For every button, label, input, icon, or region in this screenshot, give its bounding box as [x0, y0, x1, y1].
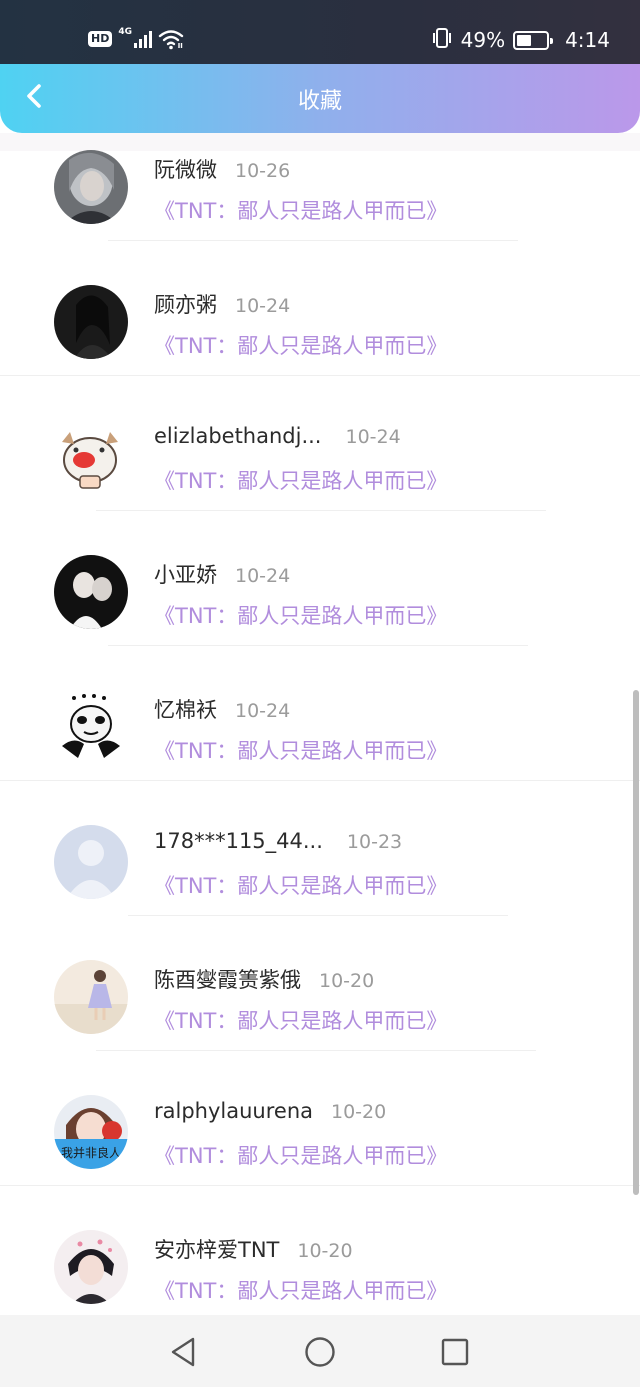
avatar[interactable] [54, 420, 128, 494]
clock: 4:14 [565, 28, 610, 52]
favorites-list[interactable]: 阮微微 10-26 《TNT：鄙人只是路人甲而已》 顾亦粥 10-24 《TNT… [0, 100, 640, 1315]
username: ralphylauurena [154, 1099, 313, 1123]
favorite-item[interactable]: 178***115_44... 10-23 《TNT：鄙人只是路人甲而已》 [0, 775, 640, 916]
triangle-back-icon [171, 1337, 195, 1367]
favorite-item[interactable]: 我并非良人 ralphylauurena 10-20 《TNT：鄙人只是路人甲而… [0, 1045, 640, 1186]
post-title-link[interactable]: 《TNT：鄙人只是路人甲而已》 [154, 600, 447, 630]
date: 10-20 [297, 1240, 353, 1262]
status-left: HD 4G [88, 26, 184, 52]
date: 10-26 [235, 160, 291, 182]
username: 安亦梓爱TNT [154, 1238, 280, 1262]
nav-recents-button[interactable] [436, 1333, 474, 1371]
scrollbar[interactable] [633, 690, 639, 1195]
post-title-link[interactable]: 《TNT：鄙人只是路人甲而已》 [154, 1005, 447, 1035]
post-title-link[interactable]: 《TNT：鄙人只是路人甲而已》 [154, 195, 447, 225]
favorite-item[interactable]: 顾亦粥 10-24 《TNT：鄙人只是路人甲而已》 [0, 235, 640, 376]
username: 阮微微 [154, 158, 217, 182]
avatar[interactable] [54, 150, 128, 224]
post-title-link[interactable]: 《TNT：鄙人只是路人甲而已》 [154, 465, 447, 495]
nav-home-button[interactable] [301, 1333, 339, 1371]
wifi-icon [158, 28, 184, 50]
avatar[interactable] [54, 960, 128, 1034]
battery-icon [513, 30, 554, 50]
network-type: 4G [118, 27, 132, 37]
favorite-item[interactable]: 安亦梓爱TNT 10-20 《TNT：鄙人只是路人甲而已》 [0, 1180, 640, 1315]
date: 10-20 [319, 970, 375, 992]
header-bar: 收藏 [0, 64, 640, 133]
date: 10-23 [346, 831, 403, 853]
avatar[interactable] [54, 555, 128, 629]
favorite-item[interactable]: 小亚娇 10-24 《TNT：鄙人只是路人甲而已》 [0, 505, 640, 646]
avatar-caption: 我并非良人 [61, 1145, 121, 1160]
post-title-link[interactable]: 《TNT：鄙人只是路人甲而已》 [154, 870, 447, 900]
date: 10-24 [235, 565, 291, 587]
nav-back-button[interactable] [164, 1333, 202, 1371]
signal-icon [134, 30, 152, 48]
vibrate-icon [431, 27, 453, 54]
favorite-item[interactable]: elizlabethandj... 10-24 《TNT：鄙人只是路人甲而已》 [0, 370, 640, 511]
username: 陈酉燮霞箦紫俄 [154, 968, 301, 992]
avatar[interactable] [54, 285, 128, 359]
post-title-link[interactable]: 《TNT：鄙人只是路人甲而已》 [154, 1140, 447, 1170]
battery-percent: 49% [460, 28, 506, 52]
avatar[interactable] [54, 825, 128, 899]
favorite-item[interactable]: 陈酉燮霞箦紫俄 10-20 《TNT：鄙人只是路人甲而已》 [0, 910, 640, 1051]
post-title-link[interactable]: 《TNT：鄙人只是路人甲而已》 [154, 330, 447, 360]
avatar[interactable] [54, 1230, 128, 1304]
date: 10-24 [345, 426, 401, 448]
date: 10-20 [331, 1101, 387, 1123]
username: 顾亦粥 [154, 293, 217, 317]
status-right: 49% 4:14 [431, 24, 610, 56]
avatar[interactable]: 我并非良人 [54, 1095, 128, 1169]
username: elizlabethandj... [154, 424, 322, 448]
date: 10-24 [235, 295, 291, 317]
square-recents-icon [441, 1338, 469, 1366]
username: 小亚娇 [154, 563, 217, 587]
post-title-link[interactable]: 《TNT：鄙人只是路人甲而已》 [154, 735, 447, 765]
system-nav-bar [0, 1315, 640, 1387]
hd-badge: HD [88, 31, 113, 47]
status-bar: HD 4G 49% 4:14 [0, 0, 640, 64]
date: 10-24 [235, 700, 291, 722]
post-title-link[interactable]: 《TNT：鄙人只是路人甲而已》 [154, 1275, 447, 1305]
avatar[interactable] [54, 690, 128, 764]
username: 178***115_44... [154, 829, 323, 853]
page-title: 收藏 [297, 89, 342, 114]
username: 忆棉袄 [154, 698, 217, 722]
circle-home-icon [305, 1337, 335, 1367]
favorite-item[interactable]: 忆棉袄 10-24 《TNT：鄙人只是路人甲而已》 [0, 640, 640, 781]
